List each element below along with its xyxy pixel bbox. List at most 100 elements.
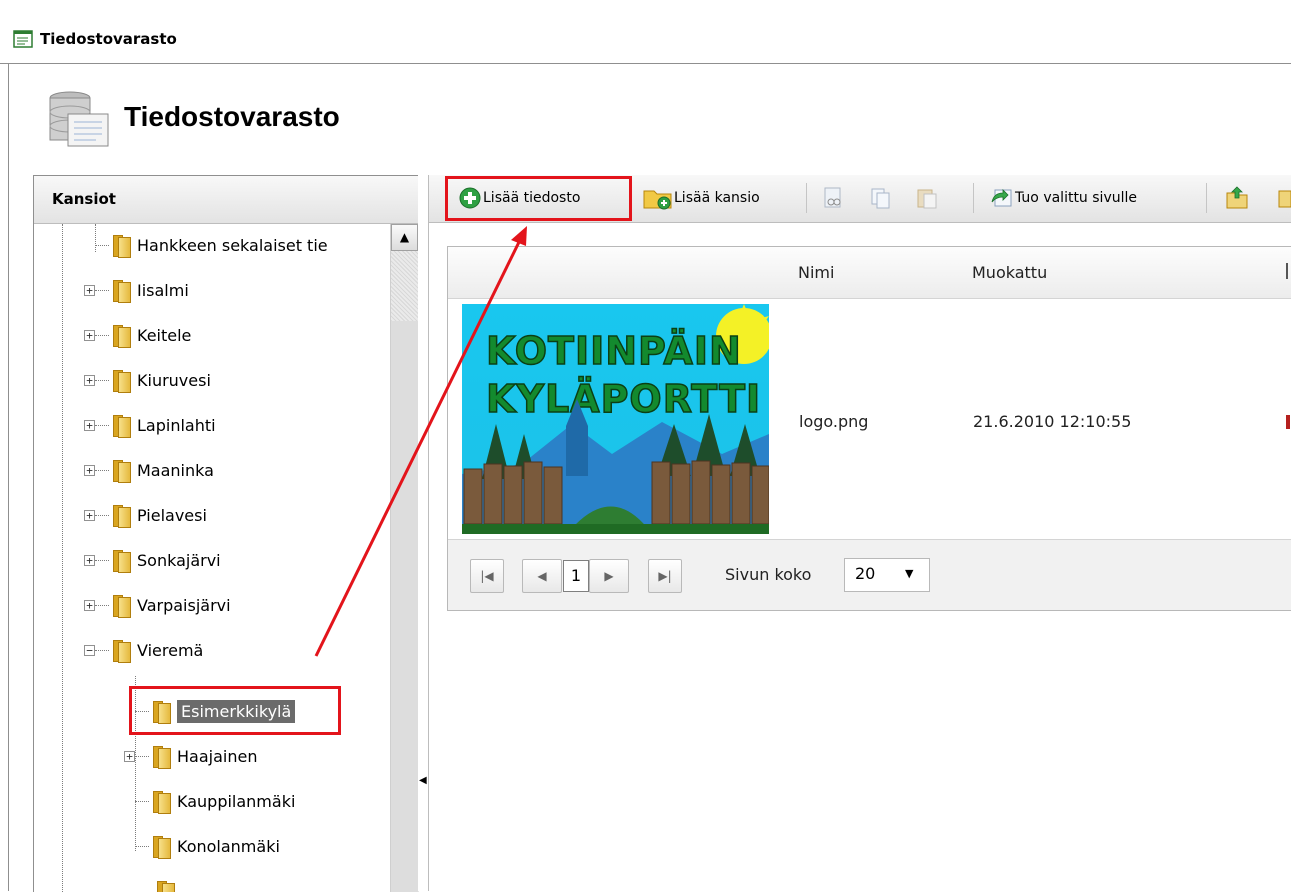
tree-item-iisalmi[interactable]: + Iisalmi: [84, 275, 189, 305]
folder-button-partial[interactable]: [1277, 184, 1291, 212]
collapse-left-icon[interactable]: ◀: [419, 775, 427, 786]
column-header-partial: [1286, 263, 1291, 279]
folder-icon: [111, 233, 131, 258]
tree-item-lapinlahti[interactable]: + Lapinlahti: [84, 410, 216, 440]
expand-icon[interactable]: +: [84, 509, 95, 521]
expand-icon[interactable]: +: [84, 599, 95, 611]
tree-connector: [95, 469, 109, 471]
window-title: Tiedostovarasto: [40, 30, 177, 48]
folder-icon: [111, 593, 131, 618]
expand-icon[interactable]: +: [84, 419, 95, 431]
tree-item-label: Kauppilanmäki: [177, 791, 296, 811]
tree-item-label: Haajainen: [177, 746, 258, 766]
tree-connector: [95, 514, 109, 516]
tree-item-label: Sonkajärvi: [137, 550, 221, 570]
page-number-input[interactable]: 1: [563, 560, 589, 592]
table-row[interactable]: KOTIINPÄIN KYLÄPORTTI logo.png 21.6.2010…: [448, 299, 1291, 537]
file-name[interactable]: logo.png: [799, 412, 868, 431]
scroll-thumb[interactable]: [391, 251, 418, 321]
scroll-track[interactable]: [391, 321, 418, 892]
folder-icon: [111, 413, 131, 438]
last-page-icon[interactable]: ▶|: [648, 559, 682, 593]
import-selected-label: Tuo valittu sivulle: [1015, 190, 1137, 206]
window-app-icon: [13, 30, 33, 48]
tree-item-hankkeen[interactable]: Hankkeen sekalaiset tie: [95, 230, 328, 260]
tree-connector: [135, 755, 149, 757]
column-header-modified[interactable]: Muokattu: [972, 263, 1047, 282]
tree-connector: [95, 289, 109, 291]
tree-item-label: Pielavesi: [137, 505, 207, 525]
paste-button[interactable]: [915, 184, 939, 212]
tree-connector: [135, 800, 149, 802]
folder-icon: [151, 834, 171, 859]
folder-icon: [111, 503, 131, 528]
tree-connector: [95, 244, 109, 246]
cut-button[interactable]: [822, 184, 844, 212]
tree-item-label: Kiuruvesi: [137, 370, 211, 390]
add-folder-button[interactable]: Lisää kansio: [642, 184, 760, 212]
copy-button[interactable]: [869, 184, 893, 212]
tree-item-label: Vieremä: [137, 640, 204, 660]
page-size-value: 20: [855, 564, 876, 583]
row-partial-marker: [1286, 415, 1290, 429]
import-to-page-icon: [991, 189, 1012, 207]
scroll-up-icon[interactable]: ▲: [391, 224, 418, 251]
grid-header: Nimi Muokattu: [448, 247, 1291, 299]
expand-icon[interactable]: +: [84, 329, 95, 341]
files-panel: Lisää tiedosto Lisää kansio Tuo valittu …: [429, 175, 1291, 891]
import-selected-button[interactable]: Tuo valittu sivulle: [989, 184, 1137, 212]
copy-icon: [871, 188, 890, 209]
expand-icon[interactable]: +: [84, 464, 95, 476]
folder-upload-icon: [1226, 186, 1248, 209]
folder-panel: Kansiot Hankkeen sekalaiset tie + Iisalm…: [33, 175, 419, 892]
toolbar-separator: [1206, 183, 1207, 213]
next-page-icon[interactable]: ▶: [589, 559, 629, 593]
tree-item-maaninka[interactable]: + Maaninka: [84, 455, 214, 485]
folder-icon: [1278, 190, 1291, 208]
tree-item-label: Hankkeen sekalaiset tie: [137, 235, 328, 255]
tree-item-sonkajarvi[interactable]: + Sonkajärvi: [84, 545, 221, 575]
tree-item-kiuruvesi[interactable]: + Kiuruvesi: [84, 365, 211, 395]
paste-icon: [917, 189, 937, 209]
add-folder-icon: [643, 190, 672, 210]
thumbnail-line-1: KOTIINPÄIN: [486, 329, 742, 373]
window-border: [8, 63, 9, 891]
tree-item-keitele[interactable]: + Keitele: [84, 320, 191, 350]
file-thumbnail[interactable]: KOTIINPÄIN KYLÄPORTTI: [462, 304, 769, 534]
tree-connector: [95, 379, 109, 381]
add-folder-label: Lisää kansio: [674, 190, 760, 206]
tree-item-kauppilanmaki[interactable]: Kauppilanmäki: [135, 786, 295, 816]
folder-tree: Hankkeen sekalaiset tie + Iisalmi + Keit…: [34, 224, 390, 892]
expand-icon[interactable]: +: [84, 554, 95, 566]
first-page-icon[interactable]: |◀: [470, 559, 504, 593]
upload-folder-button[interactable]: [1224, 184, 1250, 212]
tree-item-partial[interactable]: [153, 876, 181, 892]
tree-connector: [95, 649, 109, 651]
tree-item-konolanmaki[interactable]: Konolanmäki: [135, 831, 280, 861]
tree-item-label: Maaninka: [137, 460, 214, 480]
file-grid: Nimi Muokattu KOTIINPÄIN KYLÄPORTTI logo…: [447, 246, 1291, 611]
folder-icon: [151, 789, 171, 814]
page-size-label: Sivun koko: [725, 565, 812, 584]
tree-item-label: Konolanmäki: [177, 836, 280, 856]
folder-icon: [111, 368, 131, 393]
prev-page-icon[interactable]: ◀: [522, 559, 562, 593]
panel-splitter[interactable]: ◀: [418, 175, 429, 891]
annotation-highlight-folder: [129, 686, 341, 735]
file-storage-icon: [49, 91, 109, 147]
page-size-select[interactable]: 20 ▼: [844, 558, 930, 592]
folder-icon: [111, 323, 131, 348]
tree-scrollbar[interactable]: ▲: [390, 224, 419, 892]
collapse-icon[interactable]: −: [84, 644, 95, 656]
expand-icon[interactable]: +: [84, 284, 95, 296]
column-header-name[interactable]: Nimi: [798, 263, 834, 282]
tree-item-pielavesi[interactable]: + Pielavesi: [84, 500, 207, 530]
tree-item-vierema[interactable]: − Vieremä: [84, 635, 203, 665]
tree-item-label: Iisalmi: [137, 280, 189, 300]
tree-connector: [95, 604, 109, 606]
expand-icon[interactable]: +: [124, 750, 135, 762]
expand-icon[interactable]: +: [84, 374, 95, 386]
tree-item-haajainen[interactable]: + Haajainen: [124, 741, 257, 771]
folder-icon: [111, 638, 131, 663]
tree-item-varpaisjarvi[interactable]: + Varpaisjärvi: [84, 590, 231, 620]
